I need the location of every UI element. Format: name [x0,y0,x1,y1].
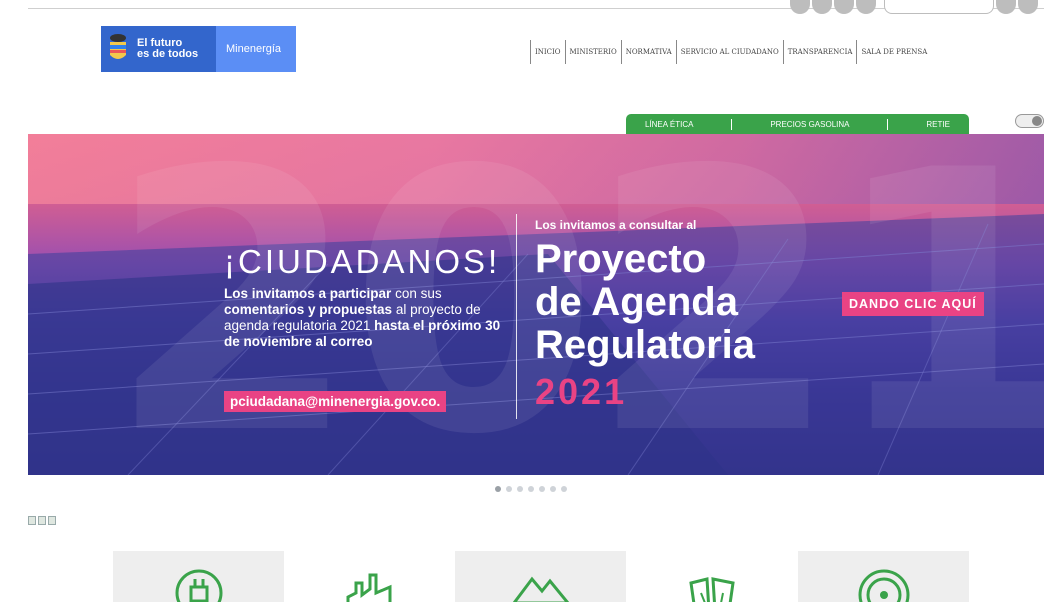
tile-industry[interactable] [284,551,455,602]
carousel-pager [495,486,567,492]
banner-headline: ¡CIUDADANOS! [224,243,501,280]
banner-project-block: Los invitamos a consultar al Proyecto de… [535,218,755,413]
nav-item-ministerio[interactable]: MINISTERIO [564,40,621,64]
nav-item-precios-gasolina[interactable]: PRECIOS GASOLINA [770,120,849,129]
tile-nuclear[interactable] [798,551,969,602]
secondary-nav: LÍNEA ÉTICA PRECIOS GASOLINA RETIE [626,114,969,134]
para-text-1: con sus [391,286,442,301]
cta-button[interactable]: DANDO CLIC AQUÍ [842,292,984,316]
nav-item-retie[interactable]: RETIE [926,120,950,129]
toggle-knob [1032,116,1042,126]
search-input[interactable] [884,0,994,14]
nav-item-transparencia[interactable]: TRANSPARENCIA [782,40,857,64]
tile-environment[interactable] [626,551,797,602]
government-logo: El futuro es de todos [101,26,216,72]
brand-logo[interactable]: El futuro es de todos Minenergía [101,26,296,72]
project-title-line3: Regulatoria [535,323,756,367]
banner-divider [516,214,517,419]
environment-leaves-icon [688,577,735,602]
contrast-toggle[interactable] [1015,114,1044,128]
accessibility-button[interactable] [790,0,810,14]
carousel-dot[interactable] [550,486,556,492]
para-bold-2: comentarios y propuestas [224,302,393,317]
globe-icon[interactable] [38,516,46,525]
banner-invite: Los invitamos a consultar al [535,218,697,232]
accessibility-button[interactable] [812,0,832,14]
document-icon[interactable] [28,516,36,525]
accessibility-buttons [790,0,876,14]
social-button[interactable] [996,0,1016,14]
coat-of-arms-icon [110,34,126,59]
industry-plant-icon [346,573,391,602]
carousel-dot[interactable] [528,486,534,492]
banner-paragraph: Los invitamos a participar con sus comen… [224,286,504,350]
page: El futuro es de todos Minenergía INICIO … [0,0,1044,602]
para-bold-1: Los invitamos a participar [224,286,392,301]
nav-separator [887,118,889,130]
social-button[interactable] [1018,0,1038,14]
image-icon[interactable] [48,516,56,525]
mining-mountain-icon [512,576,569,602]
project-title: Proyecto de Agenda Regulatoria [535,238,755,367]
main-nav: INICIO MINISTERIO NORMATIVA SERVICIO AL … [530,40,931,64]
carousel-dot[interactable] [539,486,545,492]
tile-energy[interactable] [113,551,284,602]
carousel-dot[interactable] [495,486,501,492]
nav-item-sala-prensa[interactable]: SALA DE PRENSA [856,40,931,64]
nav-item-normativa[interactable]: NORMATIVA [620,40,676,64]
project-title-line1: Proyecto [535,237,707,281]
small-icons [28,516,56,525]
project-year: 2021 [535,371,628,412]
project-title-line2: de Agenda [535,280,738,324]
carousel-dot[interactable] [506,486,512,492]
nav-item-inicio[interactable]: INICIO [530,40,565,64]
electric-plug-icon [175,569,222,602]
carousel-dot[interactable] [517,486,523,492]
accessibility-button[interactable] [834,0,854,14]
tile-mining[interactable] [455,551,626,602]
nav-item-linea-etica[interactable]: LÍNEA ÉTICA [645,120,693,129]
nav-item-servicio[interactable]: SERVICIO AL CIUDADANO [675,40,783,64]
nav-separator [731,118,733,130]
social-buttons [996,0,1038,14]
hero-banner[interactable]: 2021 ¡CIUDADANOS! Los invitamos a partic… [28,134,1044,475]
brand-tagline-line2: es de todos [137,48,199,60]
carousel-dot[interactable] [561,486,567,492]
banner-citizens-block: ¡CIUDADANOS! Los invitamos a participar … [224,244,504,350]
nuclear-radiation-icon [858,569,909,602]
accessibility-button[interactable] [856,0,876,14]
email-link[interactable]: pciudadana@minenergia.gov.co. [224,391,447,412]
ministry-name: Minenergía [216,26,296,72]
